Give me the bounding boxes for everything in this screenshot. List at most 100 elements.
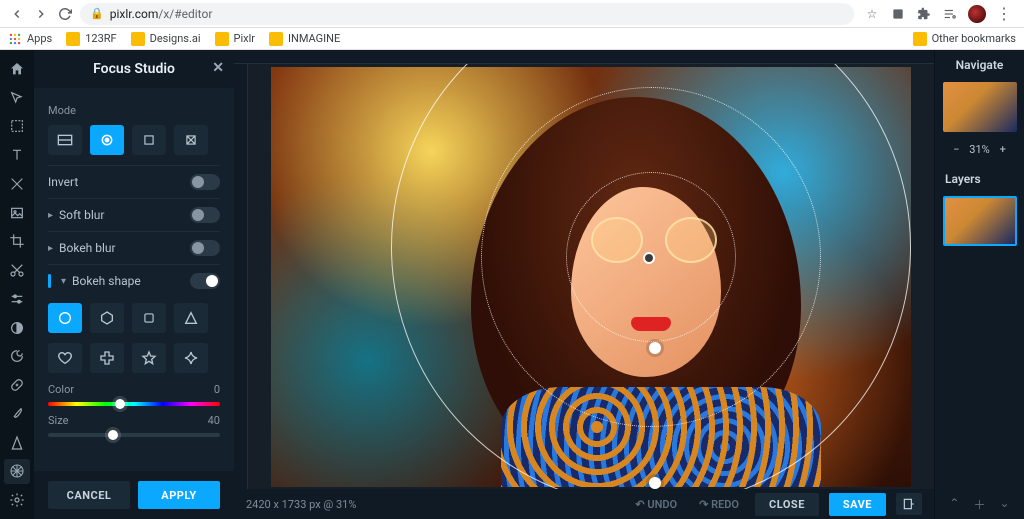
forward-button[interactable] <box>32 5 50 23</box>
playlist-icon[interactable] <box>942 6 958 22</box>
cut-tool[interactable] <box>4 257 30 283</box>
color-slider: Color 0 <box>48 383 220 406</box>
bookmark-123rf[interactable]: 123RF <box>66 32 116 46</box>
heal-tool[interactable] <box>4 372 30 398</box>
photo-content <box>271 67 911 487</box>
invert-toggle[interactable] <box>190 174 220 190</box>
folder-icon <box>66 32 80 46</box>
size-label: Size <box>48 414 68 427</box>
extensions-icon[interactable] <box>916 6 932 22</box>
star-icon[interactable]: ☆ <box>864 6 880 22</box>
contrast-tool[interactable] <box>4 315 30 341</box>
save-button[interactable]: SAVE <box>829 493 886 516</box>
slider-thumb[interactable] <box>115 399 125 409</box>
canvas-container: 2420 x 1733 px @ 31% ↶ UNDO ↷ REDO CLOSE… <box>234 50 934 519</box>
zoom-value: 31% <box>969 143 989 156</box>
shape-heart[interactable] <box>48 343 82 373</box>
back-button[interactable] <box>8 5 26 23</box>
bookmark-designsai[interactable]: Designs.ai <box>131 32 201 46</box>
color-label: Color <box>48 383 74 396</box>
bookmark-inmagine[interactable]: INMAGINE <box>269 32 340 46</box>
liquify-tool[interactable] <box>4 344 30 370</box>
size-value: 40 <box>208 414 220 427</box>
zoom-in-button[interactable]: + <box>996 142 1010 156</box>
zoom-out-button[interactable]: − <box>949 142 963 156</box>
bookmark-pixlr[interactable]: Pixlr <box>215 32 255 46</box>
size-track[interactable] <box>48 433 220 437</box>
sharpen-tool[interactable] <box>4 430 30 456</box>
settings-button[interactable] <box>4 487 30 513</box>
bokeh-shape-label: Bokeh shape <box>72 274 141 288</box>
bokeh-shape-toggle[interactable] <box>190 273 220 289</box>
bookmark-label: INMAGINE <box>288 32 340 45</box>
apply-button[interactable]: APPLY <box>138 481 220 509</box>
properties-panel: Focus Studio ✕ Mode Invert ▸ Soft blur ▸B… <box>34 50 234 519</box>
slider-thumb[interactable] <box>108 430 118 440</box>
shape-star[interactable] <box>132 343 166 373</box>
folder-icon <box>131 32 145 46</box>
bokeh-blur-row[interactable]: ▸Bokeh blur <box>48 231 220 264</box>
undo-button[interactable]: ↶ UNDO <box>629 498 683 511</box>
canvas-dimensions: 2420 x 1733 px @ 31% <box>246 498 356 511</box>
soft-blur-label: Soft blur <box>59 208 104 222</box>
folder-icon <box>215 32 229 46</box>
shape-hexagon[interactable] <box>90 303 124 333</box>
text-tool[interactable] <box>4 142 30 168</box>
shape-plus[interactable] <box>90 343 124 373</box>
chrome-actions: ☆ ⋮ <box>860 4 1016 23</box>
brush-tool[interactable] <box>4 401 30 427</box>
shape-circle[interactable] <box>48 303 82 333</box>
url-host: pixlr.com <box>110 7 159 21</box>
mode-linear[interactable] <box>48 125 82 155</box>
reload-button[interactable] <box>56 5 74 23</box>
profile-avatar[interactable] <box>968 5 986 23</box>
soft-blur-toggle[interactable] <box>190 207 220 223</box>
home-button[interactable] <box>4 56 30 82</box>
left-toolbar <box>0 50 34 519</box>
cancel-button[interactable]: CANCEL <box>48 481 130 509</box>
apps-icon <box>8 32 22 46</box>
redo-button[interactable]: ↷ REDO <box>693 498 745 511</box>
panel-title: Focus Studio <box>93 61 175 77</box>
other-bookmarks[interactable]: Other bookmarks <box>913 32 1016 46</box>
layer-thumbnail[interactable] <box>943 196 1017 246</box>
extension-icon-1[interactable] <box>890 6 906 22</box>
apps-shortcut[interactable]: Apps <box>8 32 52 46</box>
bokeh-shape-row[interactable]: ▾Bokeh shape <box>48 264 220 297</box>
pointer-tool[interactable] <box>4 85 30 111</box>
collapse-up-icon[interactable]: ⌃ <box>949 496 959 513</box>
color-value: 0 <box>214 383 220 396</box>
ruler-horizontal <box>234 50 934 64</box>
chevron-right-icon: ▸ <box>48 210 53 221</box>
soft-blur-row[interactable]: ▸ Soft blur <box>48 198 220 231</box>
crop-tool[interactable] <box>4 229 30 255</box>
panel-collapse-controls: ⌃ ＋ ⌄ <box>935 490 1024 519</box>
mode-square[interactable] <box>132 125 166 155</box>
close-icon[interactable]: ✕ <box>212 60 224 76</box>
close-button[interactable]: CLOSE <box>755 493 819 516</box>
mode-label: Mode <box>48 104 220 117</box>
image-tool[interactable] <box>4 200 30 226</box>
add-layer-icon[interactable]: ＋ <box>973 496 985 513</box>
shape-sparkle[interactable] <box>174 343 208 373</box>
mode-radial[interactable] <box>90 125 124 155</box>
collapse-down-icon[interactable]: ⌄ <box>1000 496 1010 513</box>
canvas[interactable] <box>248 64 934 489</box>
bokeh-blur-toggle[interactable] <box>190 240 220 256</box>
color-track[interactable] <box>48 402 220 406</box>
shape-triangle[interactable] <box>174 303 208 333</box>
marquee-tool[interactable] <box>4 114 30 140</box>
adjust-tool[interactable] <box>4 286 30 312</box>
navigator-thumbnail[interactable] <box>943 82 1017 132</box>
chrome-menu-icon[interactable]: ⋮ <box>996 4 1012 23</box>
invert-label: Invert <box>48 175 78 189</box>
export-icon[interactable] <box>896 493 922 515</box>
shape-square[interactable] <box>132 303 166 333</box>
focus-tool[interactable] <box>4 459 30 485</box>
bokeh-blur-label: Bokeh blur <box>59 241 116 255</box>
address-bar[interactable]: 🔒 pixlr.com/x/#editor <box>80 3 854 25</box>
folder-icon <box>269 32 283 46</box>
other-bookmarks-label: Other bookmarks <box>932 32 1016 45</box>
mode-none[interactable] <box>174 125 208 155</box>
fill-tool[interactable] <box>4 171 30 197</box>
